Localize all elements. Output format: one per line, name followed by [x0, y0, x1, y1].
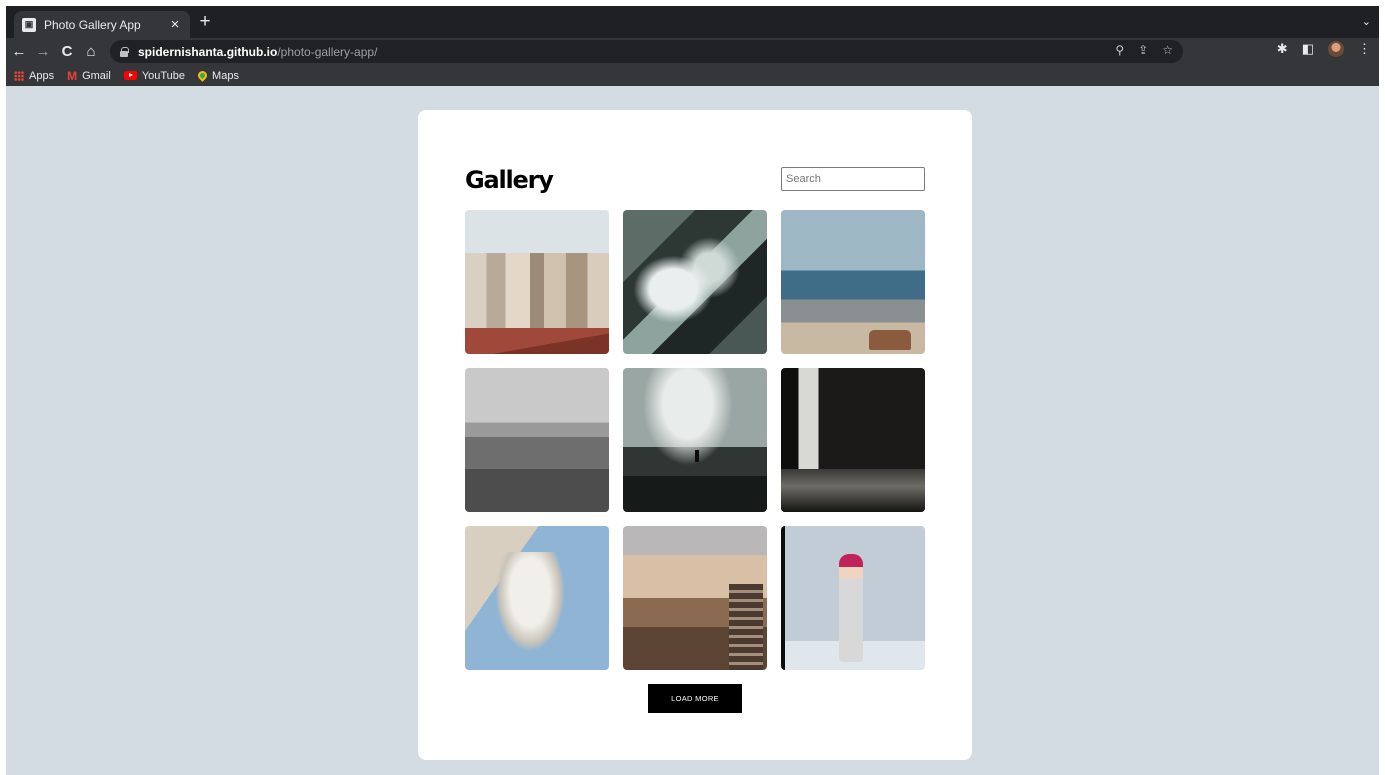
gmail-icon: M [67, 68, 78, 83]
tab-close-icon[interactable]: × [168, 16, 182, 33]
photo-woman-with-plant[interactable] [781, 526, 925, 670]
lock-icon[interactable] [120, 46, 129, 57]
bookmark-label: YouTube [141, 69, 186, 82]
reload-icon[interactable]: C [56, 42, 78, 62]
photo-grid [465, 210, 925, 670]
profile-avatar[interactable] [1328, 41, 1344, 57]
page-title: Gallery [465, 166, 554, 194]
forward-icon[interactable]: → [32, 42, 54, 62]
bookmark-apps[interactable]: Apps [14, 70, 54, 82]
photo-seaside-jetty[interactable] [781, 210, 925, 354]
address-bar[interactable]: spidernishanta.github.io /photo-gallery-… [110, 40, 1183, 63]
url-host: spidernishanta.github.io [138, 44, 278, 59]
maps-icon [196, 69, 209, 82]
tab-photo-gallery[interactable]: ▣ Photo Gallery App × [14, 11, 190, 38]
bookmark-maps[interactable]: Maps [196, 69, 239, 82]
browser-toolbar: ← → C ⌂ spidernishanta.github.io /photo-… [6, 38, 1379, 65]
side-panel-icon[interactable]: ◧ [1302, 41, 1314, 57]
browser-window: ▣ Photo Gallery App × + ⌄ ← → C ⌂ spider… [6, 6, 1379, 775]
apps-grid-icon [14, 70, 24, 81]
gallery-card: Gallery LOAD MORE [418, 110, 972, 760]
tab-title: Photo Gallery App [44, 17, 141, 32]
back-icon[interactable]: ← [8, 42, 30, 62]
share-icon[interactable]: ⇪ [1138, 43, 1148, 57]
bookmark-gmail[interactable]: M Gmail [67, 69, 111, 83]
tab-strip: ▣ Photo Gallery App × + ⌄ [6, 6, 1379, 38]
new-tab-button[interactable]: + [195, 12, 215, 32]
bookmark-youtube[interactable]: YouTube [123, 69, 186, 82]
photo-doorway-people[interactable] [781, 368, 925, 512]
bookmark-label: Maps [212, 69, 239, 82]
youtube-icon [123, 71, 137, 80]
photo-pegasus-statue[interactable] [465, 526, 609, 670]
search-input[interactable] [781, 167, 925, 191]
favicon-icon: ▣ [22, 17, 36, 32]
zoom-icon[interactable]: ⚲ [1115, 43, 1124, 57]
url-path: /photo-gallery-app/ [277, 44, 378, 59]
tab-search-icon[interactable]: ⌄ [1362, 15, 1371, 28]
home-icon[interactable]: ⌂ [80, 42, 102, 62]
photo-waterfall[interactable] [623, 368, 767, 512]
photo-rocky-stream[interactable] [623, 210, 767, 354]
bookmark-label: Gmail [82, 69, 111, 82]
extensions-icon[interactable]: ✱ [1277, 41, 1288, 57]
photo-colorful-buildings[interactable] [465, 210, 609, 354]
photo-grass-field[interactable] [465, 368, 609, 512]
photo-city-skyline[interactable] [623, 526, 767, 670]
bookmark-label: Apps [29, 69, 55, 82]
menu-kebab-icon[interactable]: ⋮ [1358, 41, 1371, 57]
load-more-button[interactable]: LOAD MORE [648, 684, 742, 713]
bookmark-star-icon[interactable]: ☆ [1162, 43, 1173, 57]
bookmarks-bar: Apps M Gmail YouTube Maps [6, 65, 1379, 86]
